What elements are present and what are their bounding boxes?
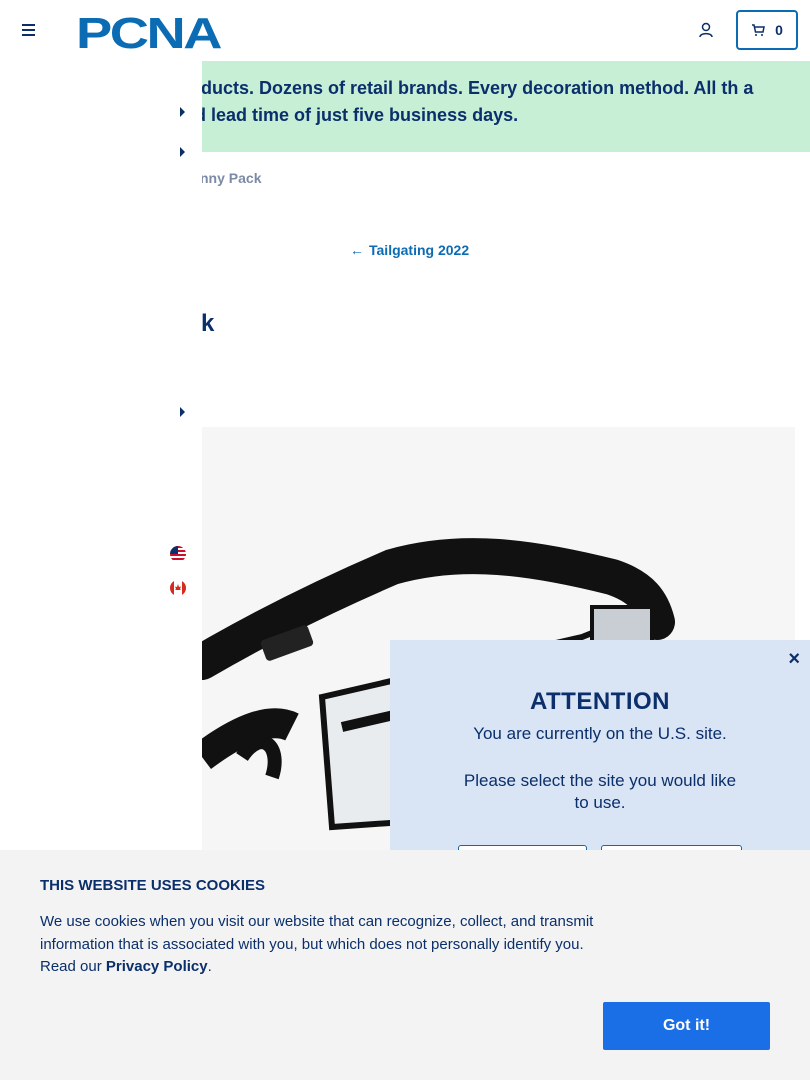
logo-text: PCNA: [76, 11, 221, 51]
cookie-title: THIS WEBSITE USES COOKIES: [40, 877, 266, 894]
cart-count: 0: [775, 22, 783, 38]
modal-title: ATTENTION: [529, 688, 671, 715]
breadcrumb-current[interactable]: nny Pack: [200, 170, 261, 186]
site-header: PCNA 0: [0, 0, 810, 60]
menu-icon[interactable]: [22, 24, 35, 36]
caret-right-icon[interactable]: [180, 107, 185, 117]
accept-cookies-button[interactable]: Got it!: [603, 1002, 770, 1050]
privacy-policy-link[interactable]: Privacy Policy: [106, 958, 208, 975]
close-icon[interactable]: ×: [788, 648, 800, 671]
cookie-message: We use cookies when you visit our websit…: [40, 911, 610, 979]
canada-flag-icon[interactable]: [170, 580, 186, 596]
banner-text: ls of products. Dozens of retail brands.…: [130, 78, 754, 125]
back-link-label: Tailgating 2022: [369, 242, 470, 258]
cookie-message-suffix: .: [207, 958, 212, 975]
account-icon[interactable]: [697, 21, 715, 39]
caret-right-icon[interactable]: [180, 407, 185, 417]
modal-current-site: You are currently on the U.S. site.: [473, 724, 727, 743]
modal-instructions: Please select the site you would like to…: [463, 771, 737, 812]
cart-icon: [752, 24, 766, 36]
product-title: k: [201, 310, 215, 337]
back-link[interactable]: ← Tailgating 2022: [350, 242, 469, 258]
arrow-left-icon: ←: [350, 242, 364, 258]
caret-right-icon[interactable]: [180, 147, 185, 157]
cart-button[interactable]: 0: [736, 10, 798, 50]
side-drawer: [0, 61, 202, 851]
pcna-logo[interactable]: PCNA: [76, 11, 226, 51]
us-flag-icon[interactable]: [170, 546, 186, 562]
cookie-banner: THIS WEBSITE USES COOKIES We use cookies…: [0, 850, 810, 1080]
site-select-modal: × ATTENTION You are currently on the U.S…: [390, 640, 810, 885]
